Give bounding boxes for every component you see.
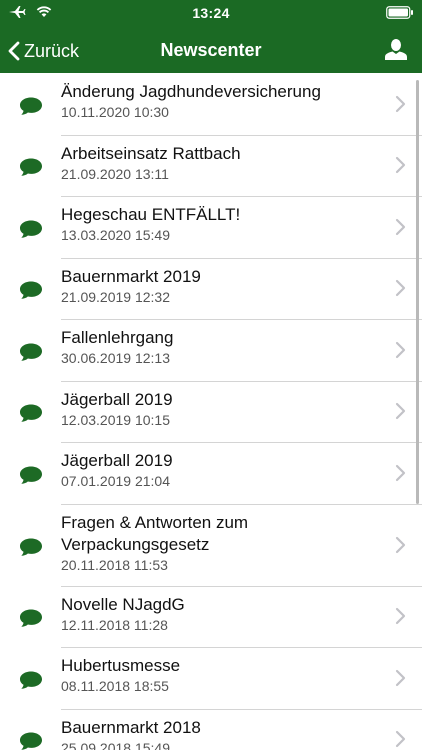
chevron-right-icon bbox=[395, 341, 406, 359]
speech-bubble-icon bbox=[19, 96, 43, 116]
news-list: Änderung Jagdhundeversicherung 10.11.2020… bbox=[0, 73, 422, 750]
profile-button[interactable] bbox=[384, 38, 408, 62]
news-item-date: 21.09.2019 12:32 bbox=[61, 288, 170, 305]
chevron-right-icon bbox=[395, 607, 406, 625]
news-item-date: 10.11.2020 10:30 bbox=[61, 104, 169, 120]
news-item[interactable]: Bauernmarkt 2018 25.09.2018 15:49 bbox=[0, 709, 422, 750]
chevron-right-icon bbox=[395, 464, 406, 482]
news-item-text: Novelle NJagdG 12.11.2018 11:28 bbox=[61, 594, 382, 634]
news-item-text: Hubertusmesse 08.11.2018 18:55 bbox=[61, 655, 382, 695]
news-item-date: 07.01.2019 21:04 bbox=[61, 473, 170, 489]
news-item[interactable]: Fallenlehrgang 30.06.2019 12:13 bbox=[0, 319, 422, 382]
news-item-date: 20.11.2018 11:53 bbox=[61, 556, 168, 573]
chevron-right-icon bbox=[395, 218, 406, 236]
news-item[interactable]: Änderung Jagdhundeversicherung 10.11.2020… bbox=[0, 73, 422, 136]
navigation-bar: Zurück Newscenter bbox=[0, 27, 422, 73]
news-item-title: Hubertusmesse bbox=[61, 656, 181, 675]
scrollbar[interactable] bbox=[416, 80, 419, 504]
speech-bubble-icon bbox=[19, 731, 43, 750]
news-item-date: 08.11.2018 18:55 bbox=[61, 678, 169, 694]
news-item-text: Jägerball 2019 12.03.2019 10:15 bbox=[61, 389, 382, 429]
speech-bubble-icon bbox=[19, 537, 43, 557]
news-item[interactable]: Fragen & Antworten zum Verpackungsgesetz… bbox=[0, 504, 422, 587]
speech-bubble-icon bbox=[19, 219, 43, 239]
speech-bubble-icon bbox=[19, 403, 43, 423]
news-item-text: Hegeschau ENTFÄLLT! 13.03.2020 15:49 bbox=[61, 204, 382, 244]
status-time: 13:24 bbox=[192, 5, 230, 21]
battery-icon bbox=[386, 6, 413, 19]
news-item-text: Bauernmarkt 2019 21.09.2019 12:32 bbox=[61, 266, 382, 306]
chevron-right-icon bbox=[395, 156, 406, 174]
chevron-right-icon bbox=[395, 730, 406, 748]
speech-bubble-icon bbox=[19, 280, 43, 300]
news-item-title: Fallenlehrgang bbox=[61, 328, 174, 347]
news-item[interactable]: Arbeitseinsatz Rattbach 21.09.2020 13:11 bbox=[0, 135, 422, 197]
chevron-right-icon bbox=[395, 669, 406, 687]
header: 13:24 Zurück Newscenter bbox=[0, 0, 422, 73]
news-item-title: Änderung Jagdhundeversicherung bbox=[61, 82, 321, 101]
chevron-right-icon bbox=[395, 279, 406, 297]
news-item[interactable]: Jägerball 2019 12.03.2019 10:15 bbox=[0, 381, 422, 443]
news-item-title: Jägerball 2019 bbox=[61, 451, 173, 470]
news-item-text: Arbeitseinsatz Rattbach 21.09.2020 13:11 bbox=[61, 143, 382, 183]
speech-bubble-icon bbox=[19, 465, 43, 485]
speech-bubble-icon bbox=[19, 157, 43, 177]
news-item[interactable]: Hegeschau ENTFÄLLT! 13.03.2020 15:49 bbox=[0, 196, 422, 259]
status-right bbox=[386, 6, 414, 19]
speech-bubble-icon bbox=[19, 608, 43, 628]
news-item-date: 30.06.2019 12:13 bbox=[61, 350, 170, 366]
news-item-title: Fragen & Antworten zum Verpackungsgesetz bbox=[61, 512, 249, 554]
news-item-date: 12.03.2019 10:15 bbox=[61, 411, 170, 428]
speech-bubble-icon bbox=[19, 670, 43, 690]
chevron-right-icon bbox=[395, 95, 406, 113]
news-item-title: Bauernmarkt 2018 bbox=[61, 717, 201, 737]
news-item-date: 13.03.2020 15:49 bbox=[61, 227, 170, 243]
news-item-title: Arbeitseinsatz Rattbach bbox=[61, 143, 241, 163]
page-title: Newscenter bbox=[160, 40, 262, 60]
news-item[interactable]: Novelle NJagdG 12.11.2018 11:28 bbox=[0, 586, 422, 648]
news-item-text: Bauernmarkt 2018 25.09.2018 15:49 bbox=[61, 717, 382, 750]
news-item-text: Fragen & Antworten zum Verpackungsgesetz… bbox=[61, 512, 382, 574]
news-item[interactable]: Jägerball 2019 07.01.2019 21:04 bbox=[0, 442, 422, 505]
news-item-title: Bauernmarkt 2019 bbox=[61, 266, 201, 286]
news-item-title: Hegeschau ENTFÄLLT! bbox=[61, 205, 241, 224]
news-item-date: 25.09.2018 15:49 bbox=[61, 739, 170, 750]
news-item-text: Fallenlehrgang 30.06.2019 12:13 bbox=[61, 327, 382, 367]
person-icon bbox=[385, 39, 407, 60]
news-item-title: Jägerball 2019 bbox=[61, 389, 173, 409]
news-item-title: Novelle NJagdG bbox=[61, 594, 185, 614]
speech-bubble-icon bbox=[19, 342, 43, 362]
status-bar: 13:24 bbox=[0, 0, 422, 26]
news-item-text: Jägerball 2019 07.01.2019 21:04 bbox=[61, 450, 382, 490]
chevron-right-icon bbox=[395, 402, 406, 420]
news-item[interactable]: Hubertusmesse 08.11.2018 18:55 bbox=[0, 647, 422, 710]
news-item-date: 12.11.2018 11:28 bbox=[61, 616, 168, 633]
news-item-text: Änderung Jagdhundeversicherung 10.11.2020… bbox=[61, 81, 382, 121]
chevron-right-icon bbox=[395, 536, 406, 554]
news-item-date: 21.09.2020 13:11 bbox=[61, 165, 169, 182]
news-item[interactable]: Bauernmarkt 2019 21.09.2019 12:32 bbox=[0, 258, 422, 320]
